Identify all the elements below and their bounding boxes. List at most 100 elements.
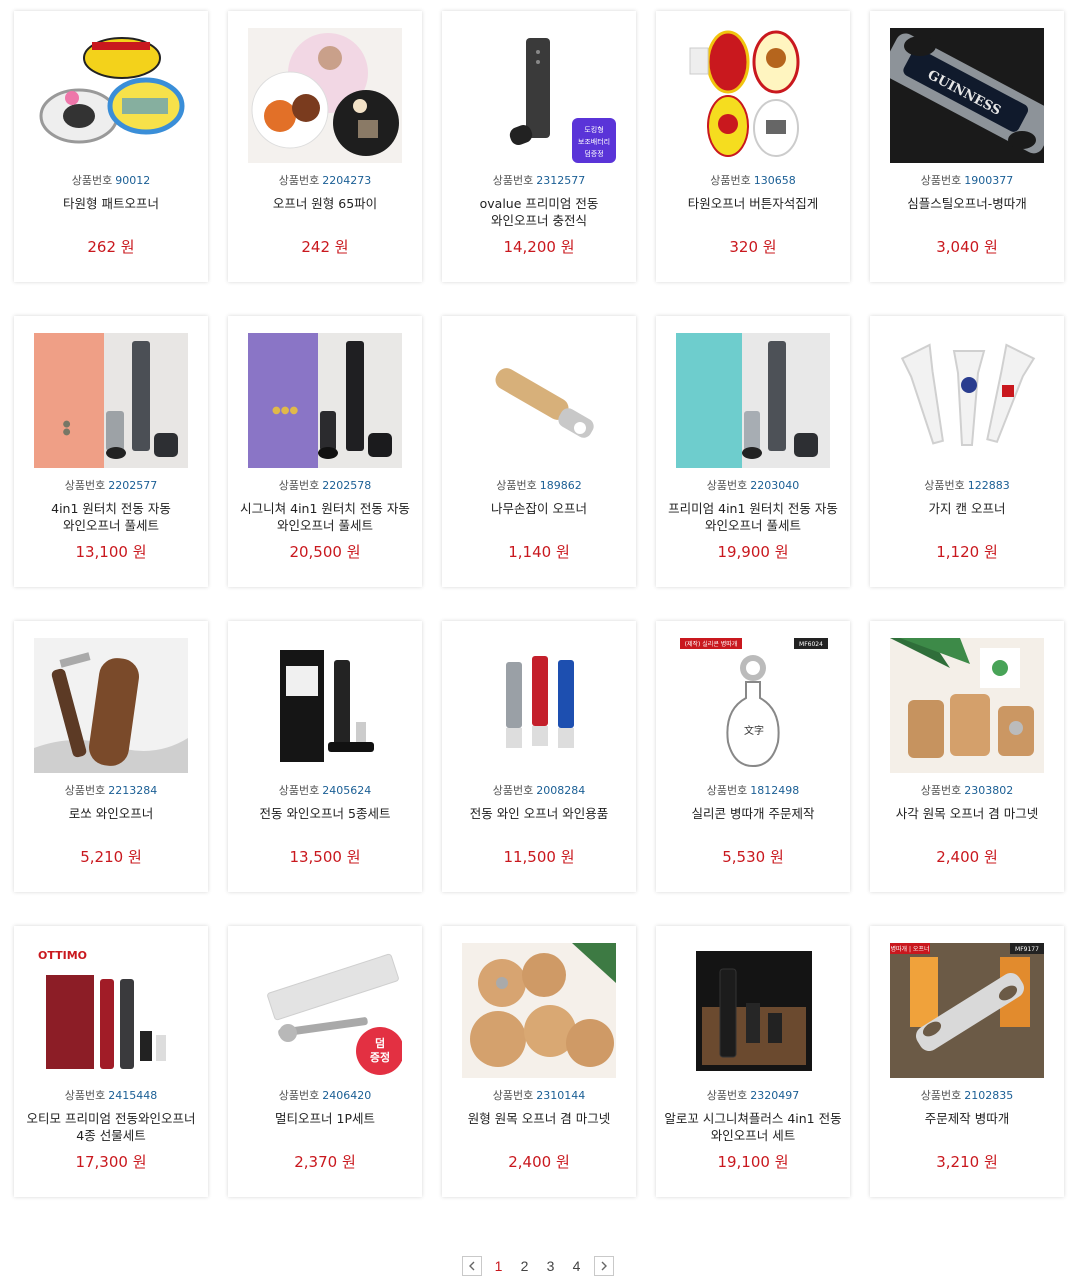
product-card[interactable]: 상품번호 2203040 프리미엄 4in1 원터치 전동 자동 와인오프너 풀세… bbox=[656, 316, 850, 587]
product-price: 2,370 원 bbox=[228, 1151, 422, 1172]
svg-text:文字: 文字 bbox=[744, 724, 764, 737]
silicone-opener-image[interactable]: (제작) 실리콘 병따개 MF6024 文字 bbox=[676, 638, 830, 773]
signature-wine-set-image[interactable]: ●●● bbox=[248, 333, 402, 468]
product-code: 상품번호 2213284 bbox=[14, 782, 208, 798]
oval-magnet-opener-image[interactable] bbox=[676, 28, 830, 163]
custom-bottle-opener-image[interactable]: 병따개 | 오프너 MF9177 bbox=[890, 943, 1044, 1078]
product-card[interactable]: (제작) 실리콘 병따개 MF6024 文字 상품번호 1812498 실리콘 병… bbox=[656, 621, 850, 892]
product-name[interactable]: 원형 원목 오프너 겸 마그넷 bbox=[450, 1110, 628, 1127]
code-number: 130658 bbox=[753, 174, 796, 187]
currency-label: 원 bbox=[334, 238, 349, 256]
product-card[interactable]: OTTIMO 상품번호 2415448 오티모 프리미엄 전동와인오프너 4종 선… bbox=[14, 926, 208, 1197]
product-name[interactable]: 시그니쳐 4in1 원터치 전동 자동 와인오프너 풀세트 bbox=[236, 500, 414, 534]
wine-opener-set-image[interactable]: ●● bbox=[34, 333, 188, 468]
price-value: 1,120 bbox=[936, 543, 980, 561]
product-name[interactable]: 타원형 패트오프너 bbox=[22, 195, 200, 212]
product-price: 5,530 원 bbox=[656, 846, 850, 867]
currency-label: 원 bbox=[132, 543, 147, 561]
product-card[interactable]: 상품번호 2320497 알로꼬 시그니쳐플러스 4in1 전동 와인오프너 세트… bbox=[656, 926, 850, 1197]
premium-wine-set-image[interactable] bbox=[676, 333, 830, 468]
product-card[interactable]: ●●● 상품번호 2202578 시그니쳐 4in1 원터치 전동 자동 와인오프… bbox=[228, 316, 422, 587]
product-card[interactable]: 상품번호 130658 타원오프너 버튼자석집게 320 원 bbox=[656, 11, 850, 282]
prev-page-button[interactable] bbox=[461, 1256, 482, 1276]
product-name[interactable]: 멀티오프너 1P세트 bbox=[236, 1110, 414, 1127]
product-name[interactable]: 주문제작 병따개 bbox=[878, 1110, 1056, 1127]
badge-text-2: 보조배터리 bbox=[578, 137, 610, 146]
next-page-button[interactable] bbox=[593, 1256, 614, 1276]
product-card[interactable]: GUINNESS 상품번호 1900377 심플스틸오프너-병따개 3,040 원 bbox=[870, 11, 1064, 282]
steel-bottle-opener-image[interactable]: GUINNESS bbox=[890, 28, 1044, 163]
code-number: 2204273 bbox=[322, 174, 372, 187]
chevron-left-icon bbox=[468, 1261, 474, 1271]
product-name[interactable]: 오프너 원형 65파이 bbox=[236, 195, 414, 212]
round-opener-image[interactable] bbox=[248, 28, 402, 163]
product-name[interactable]: 로쏘 와인오프너 bbox=[22, 805, 200, 822]
product-name[interactable]: 프리미엄 4in1 원터치 전동 자동 와인오프너 풀세트 bbox=[664, 500, 842, 534]
page-3-link[interactable]: 3 bbox=[538, 1258, 564, 1274]
product-card[interactable]: ●● 상품번호 2202577 4in1 원터치 전동 자동 와인오프너 풀세트 … bbox=[14, 316, 208, 587]
product-name[interactable]: 사각 원목 오프너 겸 마그넷 bbox=[878, 805, 1056, 822]
page-2-link[interactable]: 2 bbox=[512, 1258, 538, 1274]
price-value: 17,300 bbox=[75, 1153, 128, 1171]
product-name[interactable]: 타원오프너 버튼자석집게 bbox=[664, 195, 842, 212]
product-card[interactable]: 상품번호 2008284 전동 와인 오프너 와인용품 11,500 원 bbox=[442, 621, 636, 892]
oval-pet-opener-image[interactable] bbox=[34, 28, 188, 163]
product-name[interactable]: 가지 캔 오프너 bbox=[878, 500, 1056, 517]
product-name[interactable]: 전동 와인 오프너 와인용품 bbox=[450, 805, 628, 822]
currency-label: 원 bbox=[769, 848, 784, 866]
product-card[interactable]: 상품번호 2213284 로쏘 와인오프너 5,210 원 bbox=[14, 621, 208, 892]
product-card[interactable]: 상품번호 189862 나무손잡이 오프너 1,140 원 bbox=[442, 316, 636, 587]
ottimo-set-image[interactable]: OTTIMO bbox=[34, 943, 188, 1078]
wooden-handle-opener-image[interactable] bbox=[462, 333, 616, 468]
can-opener-image[interactable] bbox=[890, 333, 1044, 468]
sommelier-knife-image[interactable] bbox=[34, 638, 188, 773]
product-card[interactable]: 덤 증정 상품번호 2406420 멀티오프너 1P세트 2,370 원 bbox=[228, 926, 422, 1197]
round-wood-opener-image[interactable] bbox=[462, 943, 616, 1078]
product-name[interactable]: 나무손잡이 오프너 bbox=[450, 500, 628, 517]
currency-label: 원 bbox=[346, 543, 361, 561]
page-4-link[interactable]: 4 bbox=[564, 1258, 590, 1274]
product-price: 1,120 원 bbox=[870, 541, 1064, 562]
product-name[interactable]: 실리콘 병따개 주문제작 bbox=[664, 805, 842, 822]
allocco-plus-set-image[interactable] bbox=[676, 943, 830, 1078]
product-price: 13,500 원 bbox=[228, 846, 422, 867]
price-value: 3,040 bbox=[936, 238, 980, 256]
product-card[interactable]: 상품번호 2310144 원형 원목 오프너 겸 마그넷 2,400 원 bbox=[442, 926, 636, 1197]
currency-label: 원 bbox=[774, 543, 789, 561]
colored-wine-openers-image[interactable] bbox=[462, 638, 616, 773]
code-label: 상품번호 bbox=[920, 784, 962, 797]
svg-text:덤: 덤 bbox=[375, 1036, 385, 1050]
price-value: 2,400 bbox=[936, 848, 980, 866]
product-code: 상품번호 130658 bbox=[656, 172, 850, 188]
price-value: 320 bbox=[729, 238, 759, 256]
square-wood-opener-image[interactable] bbox=[890, 638, 1044, 773]
product-card[interactable]: 상품번호 122883 가지 캔 오프너 1,120 원 bbox=[870, 316, 1064, 587]
product-name[interactable]: ovalue 프리미엄 전동 와인오프너 충전식 bbox=[450, 195, 628, 229]
price-value: 3,210 bbox=[936, 1153, 980, 1171]
product-name[interactable]: 전동 와인오프너 5종세트 bbox=[236, 805, 414, 822]
electric-wine-opener-image[interactable]: 도킹형 보조배터리 덤증정 bbox=[462, 28, 616, 163]
price-value: 19,100 bbox=[717, 1153, 770, 1171]
code-label: 상품번호 bbox=[278, 479, 320, 492]
multi-opener-image[interactable]: 덤 증정 bbox=[248, 943, 402, 1078]
page-1-link[interactable]: 1 bbox=[486, 1258, 512, 1274]
badge-text-1: 도킹형 bbox=[584, 125, 603, 134]
code-label: 상품번호 bbox=[492, 1089, 534, 1102]
product-code: 상품번호 2406420 bbox=[228, 1087, 422, 1103]
product-card[interactable]: 상품번호 2204273 오프너 원형 65파이 242 원 bbox=[228, 11, 422, 282]
product-name[interactable]: 4in1 원터치 전동 자동 와인오프너 풀세트 bbox=[22, 500, 200, 534]
code-number: 2008284 bbox=[536, 784, 586, 797]
product-card[interactable]: 병따개 | 오프너 MF9177 상품번호 2102835 주문제작 병따개 3,… bbox=[870, 926, 1064, 1197]
product-card[interactable]: 상품번호 2405624 전동 와인오프너 5종세트 13,500 원 bbox=[228, 621, 422, 892]
product-card[interactable]: 상품번호 2303802 사각 원목 오프너 겸 마그넷 2,400 원 bbox=[870, 621, 1064, 892]
product-name[interactable]: 오티모 프리미엄 전동와인오프너 4종 선물세트 bbox=[22, 1110, 200, 1144]
code-label: 상품번호 bbox=[924, 479, 965, 492]
code-label: 상품번호 bbox=[492, 174, 534, 187]
price-value: 14,200 bbox=[503, 238, 556, 256]
currency-label: 원 bbox=[983, 1153, 998, 1171]
product-card[interactable]: 상품번호 90012 타원형 패트오프너 262 원 bbox=[14, 11, 208, 282]
electric-wine-5set-image[interactable] bbox=[248, 638, 402, 773]
product-name[interactable]: 심플스틸오프너-병따개 bbox=[878, 195, 1056, 212]
product-name[interactable]: 알로꼬 시그니쳐플러스 4in1 전동 와인오프너 세트 bbox=[664, 1110, 842, 1144]
product-card[interactable]: 도킹형 보조배터리 덤증정 상품번호 2312577 ovalue 프리미엄 전동… bbox=[442, 11, 636, 282]
